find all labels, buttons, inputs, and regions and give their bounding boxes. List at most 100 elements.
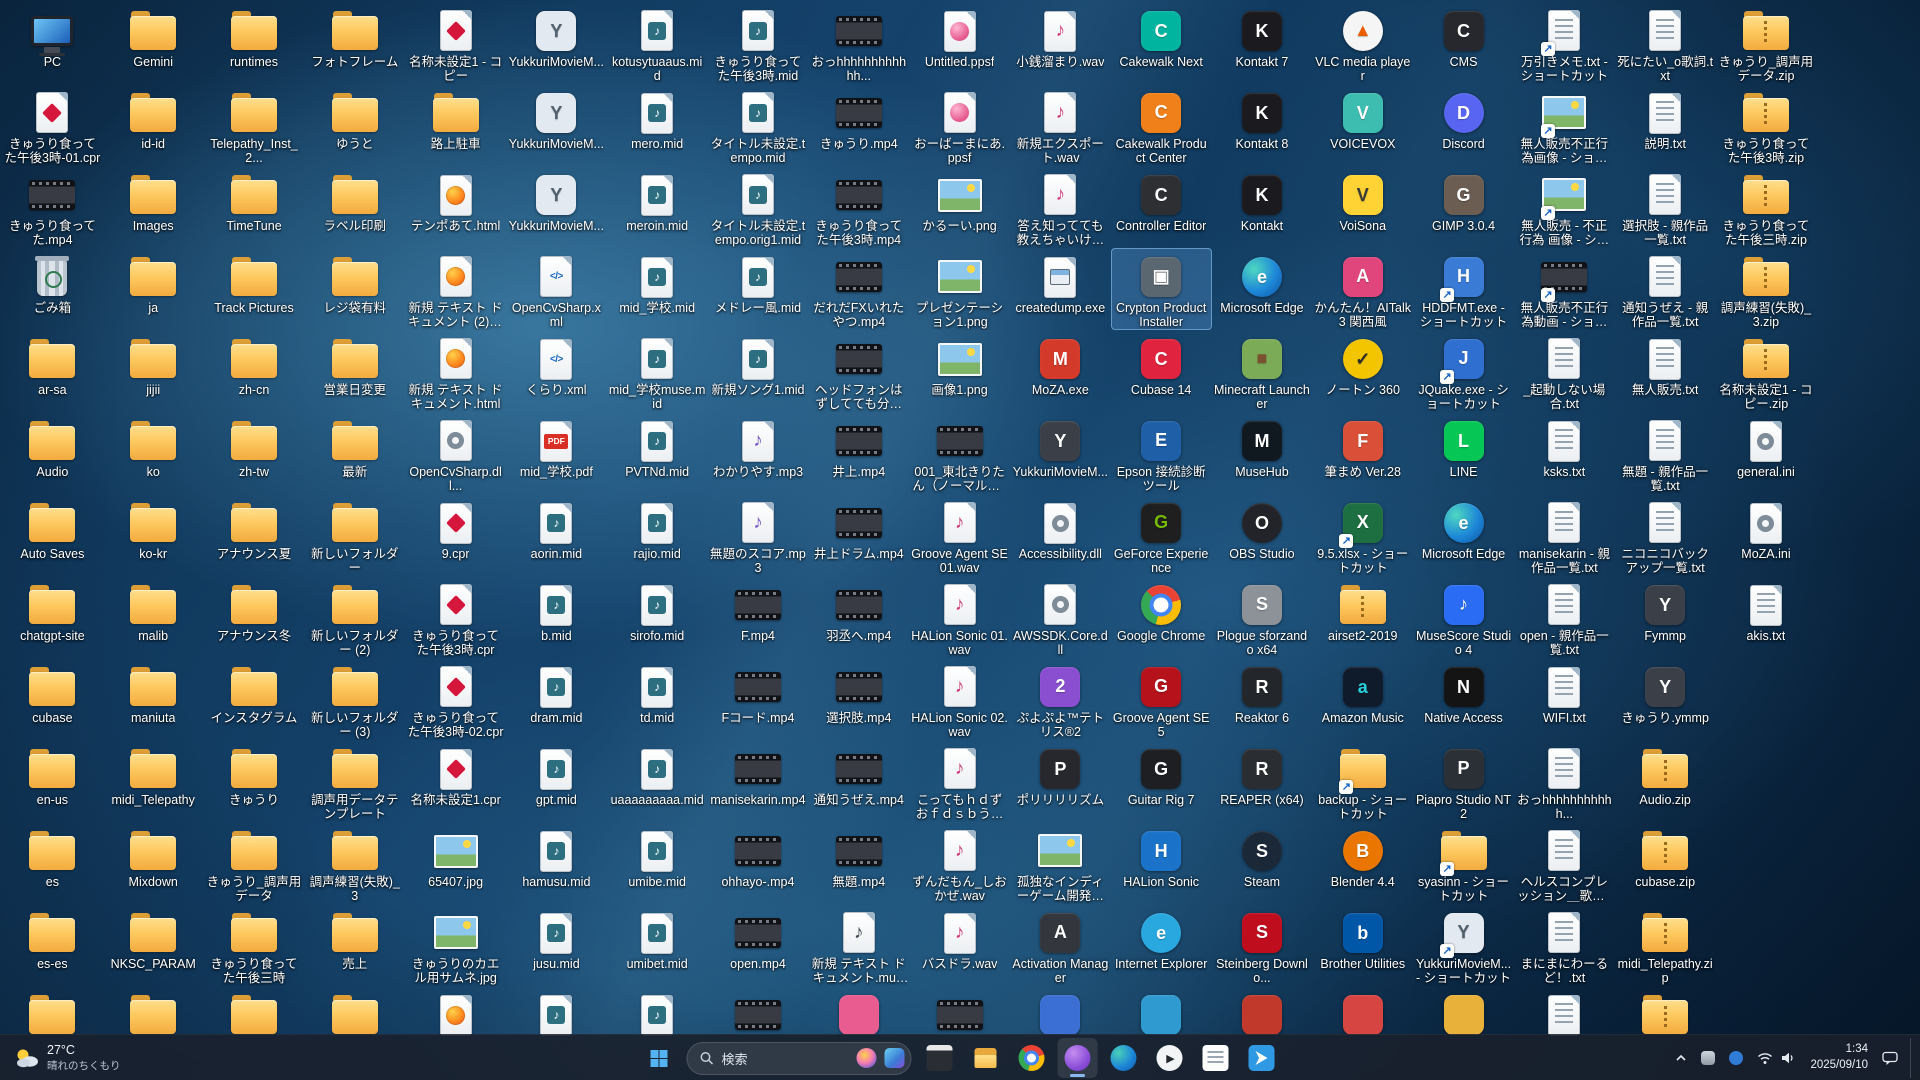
desktop-icon[interactable]: 説明.txt [1615, 84, 1716, 166]
desktop-icon[interactable]: ♪ umibe.mid [607, 822, 708, 904]
desktop-icon[interactable]: ♪ Groove Agent SE 01.wav [909, 494, 1010, 576]
desktop-icon[interactable]: ♪ mid_学校.mid [607, 248, 708, 330]
desktop-icon[interactable]: Untitled.ppsf [909, 2, 1010, 84]
desktop-icon[interactable]: akis.txt [1716, 576, 1817, 658]
desktop-icon[interactable]: Mixdown [103, 822, 204, 904]
desktop-icon[interactable]: ヘッドフォンはずしてても分かったw.mp4 [808, 330, 909, 412]
desktop-icon[interactable]: maniuta [103, 658, 204, 740]
desktop-icon[interactable]: S Plogue sforzando x64 [1212, 576, 1313, 658]
desktop-icon[interactable]: きゅうり食ってた午後3時-01.cpr [2, 84, 103, 166]
desktop-icon[interactable]: おっhhhhhhhhhhh... [1514, 740, 1615, 822]
desktop-icon[interactable]: 9.cpr [405, 494, 506, 576]
desktop-icon[interactable]: ♪ 新規 テキスト ドキュメント.musicxml [808, 904, 909, 986]
desktop-icon[interactable]: manisekarin.mp4 [708, 740, 809, 822]
desktop-icon[interactable]: Gemini [103, 2, 204, 84]
desktop-icon[interactable]: おーばーまにあ.ppsf [909, 84, 1010, 166]
desktop-icon[interactable]: 調声練習(失敗)_3 [304, 822, 405, 904]
desktop-icon[interactable]: 井上ドラム.mp4 [808, 494, 909, 576]
tray-network-volume-button[interactable] [1751, 1040, 1802, 1076]
taskbar-app-google-chrome[interactable] [1012, 1038, 1052, 1078]
desktop-icon[interactable]: フォトフレーム [304, 2, 405, 84]
desktop-icon[interactable]: きゅうり_調声用データ [204, 822, 305, 904]
desktop-icon[interactable]: G Groove Agent SE 5 [1111, 658, 1212, 740]
tray-hidden-app-icon[interactable] [1695, 1040, 1721, 1076]
desktop-icon[interactable]: K Kontakt 8 [1212, 84, 1313, 166]
desktop-icon[interactable]: D Discord [1413, 84, 1514, 166]
desktop-icon[interactable]: </> OpenCvSharp.xml [506, 248, 607, 330]
desktop-icon[interactable]: ♪ タイトル未設定.tempo.orig1.mid [708, 166, 809, 248]
desktop-icon[interactable]: 名称未設定1 - コピー [405, 2, 506, 84]
desktop-icon[interactable]: Accessibility.dll [1010, 494, 1111, 576]
desktop-icon[interactable]: ♪ メドレー風.mid [708, 248, 809, 330]
desktop-icon[interactable]: ♪ こってもｈｄずおｆｄｓｂうぶぁ.wav [909, 740, 1010, 822]
desktop-icon[interactable]: L LINE [1413, 412, 1514, 494]
desktop-icon[interactable]: F 筆まめ Ver.28 [1312, 412, 1413, 494]
desktop-icon[interactable]: PC [2, 2, 103, 84]
desktop-icon[interactable]: きゅうりのカエル用サムネ.jpg [405, 904, 506, 986]
desktop-icon[interactable]: 売上 [304, 904, 405, 986]
desktop-icon[interactable]: jijii [103, 330, 204, 412]
taskbar-weather-widget[interactable]: 27°C 晴れのちくもり [4, 1038, 131, 1078]
desktop-icon[interactable]: 名称未設定1.cpr [405, 740, 506, 822]
desktop-icon[interactable]: ♪ td.mid [607, 658, 708, 740]
desktop-icon[interactable]: Y YukkuriMovieM... [506, 166, 607, 248]
desktop-icon[interactable]: open - 親作品一覧.txt [1514, 576, 1615, 658]
desktop-icon[interactable]: きゅうり食ってた午後三時 [204, 904, 305, 986]
desktop-icon[interactable]: 2 ぷよぷよ™テトリス®2 [1010, 658, 1111, 740]
tray-clock[interactable]: 1:34 2025/09/10 [1804, 1042, 1874, 1073]
desktop-icon[interactable]: ♪ HALion Sonic 01.wav [909, 576, 1010, 658]
desktop-icon[interactable]: Images [103, 166, 204, 248]
desktop-icon[interactable]: ♪ 小銭溜まり.wav [1010, 2, 1111, 84]
desktop-icon[interactable]: Y YukkuriMovieM... [506, 2, 607, 84]
desktop-icon[interactable]: K Kontakt 7 [1212, 2, 1313, 84]
desktop-icon[interactable]: ♪ わかりやす.mp3 [708, 412, 809, 494]
desktop-icon[interactable]: NKSC_PARAM [103, 904, 204, 986]
desktop-icon[interactable]: O OBS Studio [1212, 494, 1313, 576]
desktop-icon[interactable]: ↗ 万引きメモ.txt - ショートカット [1514, 2, 1615, 84]
desktop-icon[interactable]: 新しいフォルダー [304, 494, 405, 576]
desktop-icon[interactable]: ♪ 新規ソング1.mid [708, 330, 809, 412]
desktop-icon[interactable]: 営業日変更 [304, 330, 405, 412]
taskbar-app-blue-dev-app[interactable] [1242, 1038, 1282, 1078]
desktop-icon[interactable]: G Guitar Rig 7 [1111, 740, 1212, 822]
desktop-icon[interactable]: ↗無人販売 - 不正行為 画像 - ショートカット [1514, 166, 1615, 248]
desktop-icon[interactable]: C CMS [1413, 2, 1514, 84]
taskbar-app-media-player[interactable] [1150, 1038, 1190, 1078]
desktop-icon[interactable]: きゅうり [204, 740, 305, 822]
desktop-icon[interactable]: B Blender 4.4 [1312, 822, 1413, 904]
desktop-icon[interactable]: V VOICEVOX [1312, 84, 1413, 166]
desktop-icon[interactable]: e Microsoft Edge [1212, 248, 1313, 330]
desktop-icon[interactable]: 無題.mp4 [808, 822, 909, 904]
desktop-icon[interactable]: 通知うぜえ - 親作品一覧.txt [1615, 248, 1716, 330]
desktop-icon[interactable]: ♪ 新規エクスポート.wav [1010, 84, 1111, 166]
desktop-icon[interactable]: アナウンス冬 [204, 576, 305, 658]
desktop-icon[interactable]: Y YukkuriMovieM... [506, 84, 607, 166]
desktop-icon[interactable]: zh-tw [204, 412, 305, 494]
desktop-icon[interactable]: 孤独なインディーゲーム開発者の一生... [1010, 822, 1111, 904]
desktop-icon[interactable]: 画像1.png [909, 330, 1010, 412]
desktop-icon[interactable]: MoZA.ini [1716, 494, 1817, 576]
desktop-icon[interactable]: midi_Telepathy [103, 740, 204, 822]
desktop-icon[interactable]: ▲ VLC media player [1312, 2, 1413, 84]
desktop-icon[interactable]: P Piapro Studio NT2 [1413, 740, 1514, 822]
desktop-icon[interactable]: ko-kr [103, 494, 204, 576]
desktop-icon[interactable]: ♪ MuseScore Studio 4 [1413, 576, 1514, 658]
desktop-icon[interactable]: e Microsoft Edge [1413, 494, 1514, 576]
desktop-icon[interactable]: Y きゅうり.ymmp [1615, 658, 1716, 740]
start-button[interactable] [639, 1038, 679, 1078]
taskbar-app-pinned-dark-app[interactable] [920, 1038, 960, 1078]
desktop-icon[interactable]: _起動しない場合.txt [1514, 330, 1615, 412]
desktop-icon[interactable]: ♪ umibet.mid [607, 904, 708, 986]
desktop-icon[interactable]: 新しいフォルダー (3) [304, 658, 405, 740]
desktop-icon[interactable]: S Steam [1212, 822, 1313, 904]
desktop-icon[interactable]: H HALion Sonic [1111, 822, 1212, 904]
desktop-icon[interactable]: だれだFXいれたやつ.mp4 [808, 248, 909, 330]
search-camera-icon[interactable] [884, 1048, 905, 1068]
desktop-icon[interactable]: ♪ 答え知ってても教えちゃいけないわこれ.wav [1010, 166, 1111, 248]
desktop-icon[interactable]: アナウンス夏 [204, 494, 305, 576]
desktop-icon[interactable]: ♪ rajio.mid [607, 494, 708, 576]
desktop-icon[interactable]: manisekarin - 親作品一覧.txt [1514, 494, 1615, 576]
desktop-icon[interactable]: Y Fymmp [1615, 576, 1716, 658]
desktop-icon[interactable]: 選択肢.mp4 [808, 658, 909, 740]
desktop-icon[interactable]: 最新 [304, 412, 405, 494]
